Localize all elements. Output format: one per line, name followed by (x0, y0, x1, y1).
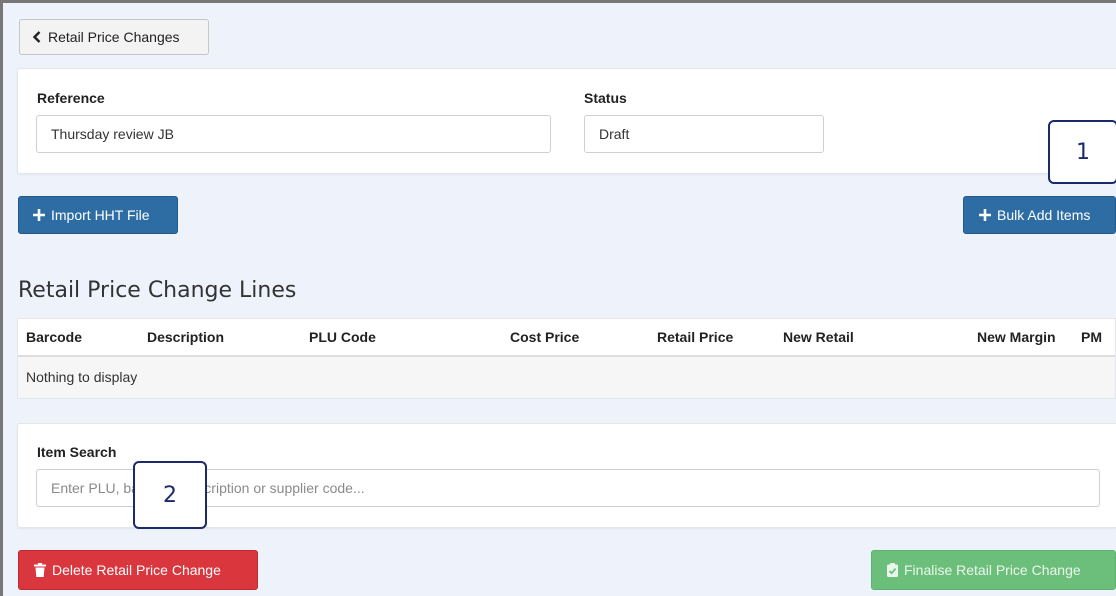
bulk-add-label: Bulk Add Items (997, 207, 1091, 223)
finalise-label: Finalise Retail Price Change (904, 562, 1081, 578)
column-header-new-margin[interactable]: New Margin (977, 319, 1056, 355)
back-button-label: Retail Price Changes (48, 29, 180, 45)
column-header-barcode[interactable]: Barcode (26, 319, 82, 355)
back-button[interactable]: Retail Price Changes (19, 19, 209, 55)
finalise-retail-price-change-button[interactable]: Finalise Retail Price Change (871, 550, 1116, 590)
lines-heading: Retail Price Change Lines (18, 278, 297, 303)
empty-message: Nothing to display (26, 369, 138, 385)
callout-1: 1 (1048, 120, 1116, 184)
reference-label: Reference (37, 90, 105, 106)
delete-label: Delete Retail Price Change (52, 562, 221, 578)
plus-icon (33, 209, 45, 221)
trash-icon (34, 563, 46, 577)
empty-row: Nothing to display (18, 357, 1115, 398)
chevron-left-icon (32, 31, 42, 43)
delete-retail-price-change-button[interactable]: Delete Retail Price Change (18, 550, 258, 590)
status-field (584, 115, 824, 153)
column-header-cost-price[interactable]: Cost Price (510, 319, 579, 355)
column-header-plu-code[interactable]: PLU Code (309, 319, 376, 355)
bulk-add-button[interactable]: Bulk Add Items (963, 196, 1116, 234)
clipboard-check-icon (887, 563, 898, 577)
column-header-pm[interactable]: PM (1081, 319, 1102, 355)
reference-input[interactable] (36, 115, 551, 153)
column-header-new-retail[interactable]: New Retail (783, 319, 854, 355)
column-header-retail-price[interactable]: Retail Price (657, 319, 733, 355)
status-label: Status (584, 90, 627, 106)
column-header-description[interactable]: Description (147, 319, 224, 355)
table-header: Barcode Description PLU Code Cost Price … (18, 319, 1115, 357)
import-hht-label: Import HHT File (51, 207, 150, 223)
item-search-label: Item Search (37, 444, 117, 460)
callout-2: 2 (133, 461, 207, 529)
plus-icon (979, 209, 991, 221)
import-hht-button[interactable]: Import HHT File (18, 196, 178, 234)
lines-table: Barcode Description PLU Code Cost Price … (17, 318, 1116, 399)
